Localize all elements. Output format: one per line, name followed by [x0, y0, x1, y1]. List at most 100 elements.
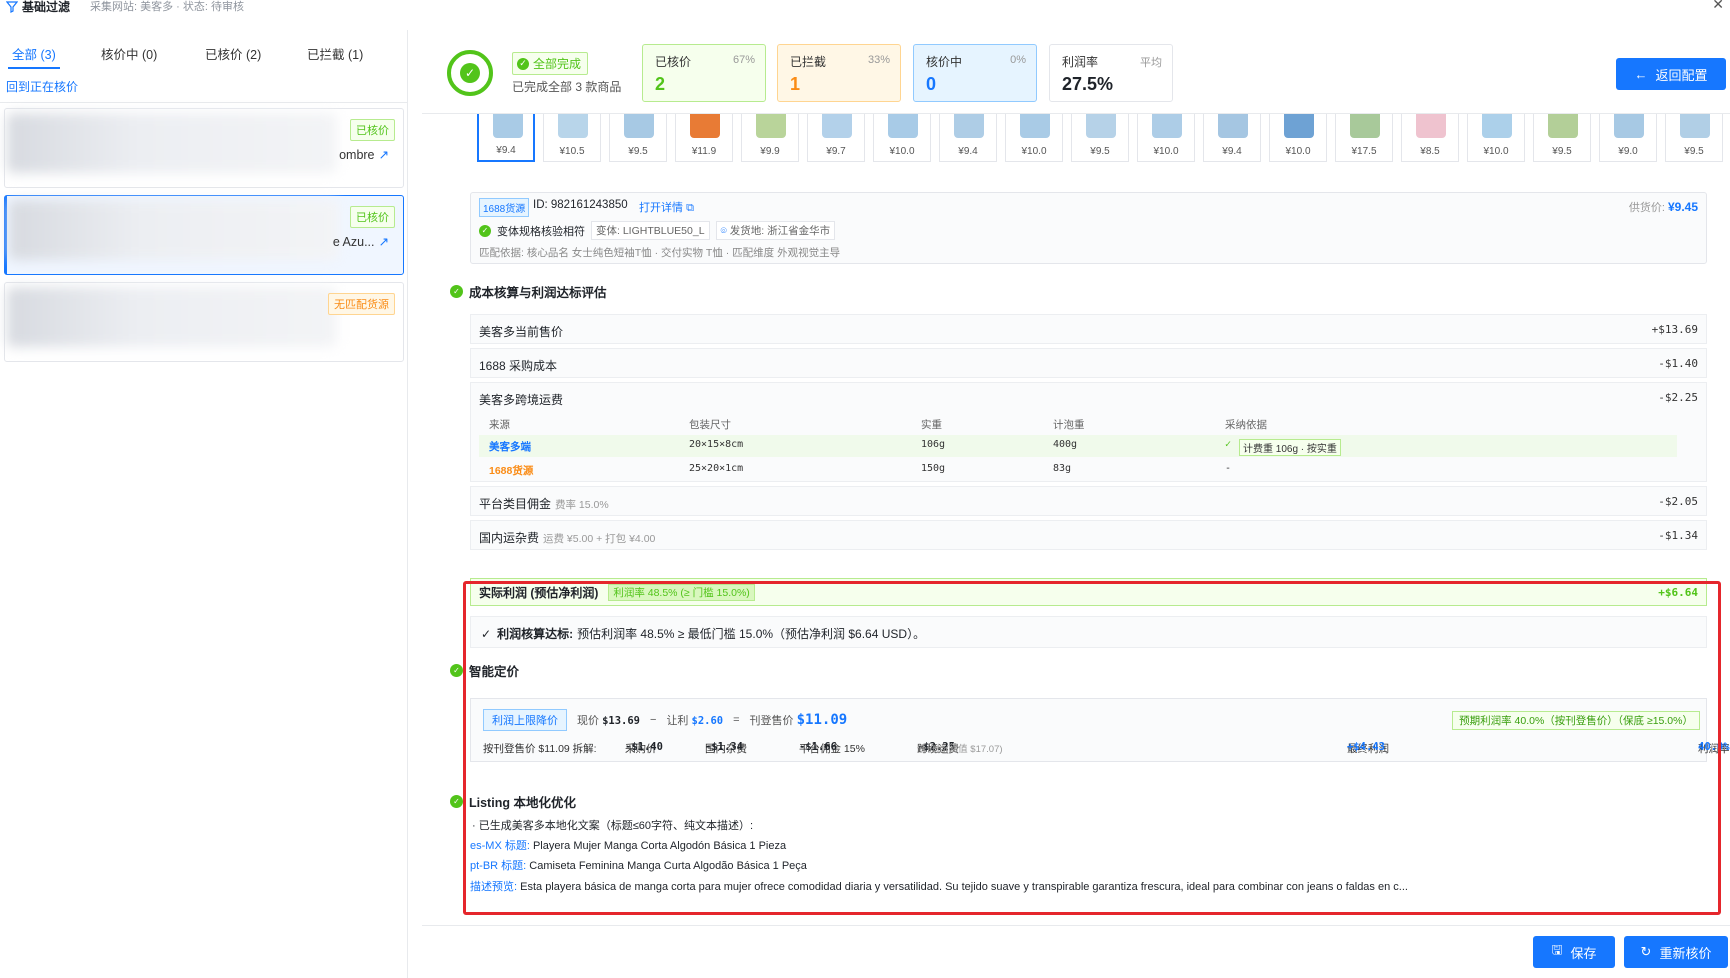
product-card-selected[interactable]: 已核价 e Azu... ↗ — [4, 195, 404, 275]
back-to-current-link[interactable]: 回到正在核价 — [6, 78, 78, 95]
variant-price: ¥9.4 — [958, 146, 978, 157]
listing-description: 描述预览: Esta playera básica de manga corta… — [470, 878, 1408, 894]
ship-vol-weight: 83g — [1053, 463, 1072, 474]
product-list-panel: 全部 (3) 核价中 (0) 已核价 (2) 已拦截 (1) 回到正在核价 已核… — [0, 30, 408, 978]
breakdown-label: 按刊登售价 $11.09 拆解: — [483, 743, 597, 755]
ship-size: 25×20×1cm — [689, 463, 744, 474]
open-detail-link[interactable]: 打开详情 ⧉ — [639, 199, 694, 215]
variant-thumbnail[interactable]: ¥10.0 — [873, 114, 931, 162]
location-chip: ⌾ 发货地: 浙江省金华市 — [715, 221, 836, 240]
stat-value: 27.5% — [1062, 74, 1114, 94]
variant-price: ¥9.4 — [496, 145, 516, 156]
ship-vol-weight: 400g — [1053, 439, 1078, 450]
cost-row-label-text: 国内运杂费 — [479, 531, 540, 545]
listing-pt-title: pt-BR 标题: Camiseta Feminina Manga Curta … — [470, 857, 807, 873]
cost-row-commission: 平台类目佣金 费率 15.0% -$2.05 — [470, 486, 1707, 516]
variant-thumbnail[interactable]: ¥9.0 — [1599, 114, 1657, 162]
back-to-config-label: 返回配置 — [1655, 67, 1708, 83]
save-icon: 🖫 — [1551, 942, 1563, 957]
product-card[interactable]: 已核价 ombre ↗ — [4, 108, 404, 188]
variant-image — [493, 114, 523, 138]
stat-pct: 33% — [867, 54, 890, 66]
header-source: 来源 — [489, 419, 510, 431]
variant-thumbnail[interactable]: ¥10.0 — [1137, 114, 1195, 162]
reprice-label: 重新核价 — [1659, 945, 1712, 961]
check-circle-icon: ✓ — [479, 224, 491, 237]
profit-pass-text: ✓ 利润核算达标: 预估利润率 48.5% ≥ 最低门槛 15.0%（预估净利润 $… — [481, 625, 925, 642]
save-button[interactable]: 🖫 保存 — [1533, 936, 1615, 968]
cost-row-value: -$2.05 — [1658, 495, 1698, 508]
profit-pass-title: 利润核算达标: — [497, 627, 574, 641]
variant-image — [624, 114, 654, 138]
variant-thumbnail[interactable]: ¥10.0 — [1467, 114, 1525, 162]
ship-source: 1688货源 — [489, 465, 534, 477]
cost-row-value: -$1.40 — [1658, 357, 1698, 370]
stat-blocked: 已拦截 33% 1 — [777, 44, 901, 102]
reprice-button[interactable]: ↻ 重新核价 — [1624, 936, 1728, 968]
net-profit-row: 实际利润 (预估净利润) 利润率 48.5% (≥ 门槛 15.0%) +$6.… — [470, 578, 1707, 606]
close-icon[interactable]: ✕ — [1712, 0, 1724, 13]
back-to-config-button[interactable]: ← 返回配置 — [1616, 58, 1726, 90]
external-link-icon[interactable]: ↗ — [379, 148, 389, 162]
variant-thumbnail[interactable]: ¥9.5 — [1533, 114, 1591, 162]
variant-thumbnail[interactable]: ¥9.4 — [1203, 114, 1261, 162]
shipping-table-header: 来源 包装尺寸 实重 计泡重 采纳依据 — [479, 413, 1677, 435]
variant-thumbnail[interactable]: ¥17.5 — [1335, 114, 1393, 162]
variant-thumbnail[interactable]: ¥9.5 — [1665, 114, 1723, 162]
variant-thumbnail[interactable]: ¥11.9 — [675, 114, 733, 162]
cost-row-value: -$1.34 — [1658, 529, 1698, 542]
variant-thumbnail[interactable]: ¥8.5 — [1401, 114, 1459, 162]
variant-thumbnail[interactable]: ¥9.5 — [609, 114, 667, 162]
supply-price: 供货价: ¥9.45 — [1629, 199, 1698, 215]
variant-thumbnail[interactable]: ¥9.4 — [477, 114, 535, 162]
cost-row-value: -$2.25 — [1658, 391, 1698, 404]
variant-thumbnail[interactable]: ¥10.0 — [1005, 114, 1063, 162]
header-basis: 采纳依据 — [1225, 419, 1267, 431]
product-title-text: ombre — [339, 148, 375, 162]
smart-pricing-box: 利润上限降价 现价 $13.69 − 让利 $2.60 = 刊登售价 $11.0… — [470, 698, 1730, 762]
variant-thumbnail[interactable]: ¥9.9 — [741, 114, 799, 162]
tab-all[interactable]: 全部 (3) — [12, 44, 56, 63]
footer-bar: 🖫 保存 ↻ 重新核价 — [422, 925, 1730, 978]
tab-active-underline — [8, 67, 60, 69]
pricing-section-title: ✓ 智能定价 — [450, 661, 519, 680]
variant-chip: 变体: LIGHTBLUE50_L — [591, 221, 710, 240]
variant-image — [888, 114, 918, 138]
variant-thumbnail[interactable]: ¥9.7 — [807, 114, 865, 162]
stat-margin: 利润率 平均 27.5% — [1049, 44, 1173, 102]
main-panel: ¥9.4 ¥10.5 ¥9.5 ¥11.9 ¥9.9 ¥9.7 ¥10.0 ¥9.4 ¥10.0… — [422, 30, 1730, 978]
tab-priced[interactable]: 已核价 (2) — [205, 44, 261, 63]
variant-image — [822, 114, 852, 138]
variant-image — [954, 114, 984, 138]
cost-row-sale-price: 美客多当前售价 +$13.69 — [470, 314, 1707, 344]
variant-price: ¥9.5 — [1090, 146, 1110, 157]
variant-thumbnail-strip: ¥9.4 ¥10.5 ¥9.5 ¥11.9 ¥9.9 ¥9.7 ¥10.0 ¥9.4 ¥10.0… — [477, 114, 1730, 196]
tab-pricing[interactable]: 核价中 (0) — [101, 44, 157, 63]
summary-header: ✓ ✓ 全部完成 已完成全部 3 款商品 已核价 67% 2 已拦截 33% 1 … — [422, 30, 1730, 114]
variant-thumbnail[interactable]: ¥9.5 — [1071, 114, 1129, 162]
concede-label: 让利 — [666, 715, 689, 727]
pricing-concede: 让利 $2.60 — [666, 712, 723, 728]
product-card[interactable]: 无匹配货源 — [4, 282, 404, 362]
all-done-text: 全部完成 — [533, 57, 582, 71]
tab-blocked[interactable]: 已拦截 (1) — [307, 44, 363, 63]
blurred-product-info — [7, 287, 337, 347]
stat-value: 1 — [790, 74, 801, 94]
cost-row-note: 费率 15.0% — [555, 499, 609, 511]
arrow-left-icon: ← — [1634, 66, 1648, 82]
cost-row-label: 美客多当前售价 — [479, 325, 564, 339]
match-text: 变体规格核验相符 — [497, 225, 585, 238]
supply-price-value: ¥9.45 — [1667, 200, 1698, 214]
variant-thumbnail[interactable]: ¥10.0 — [1269, 114, 1327, 162]
variant-image — [1482, 114, 1512, 138]
variant-thumbnail[interactable]: ¥9.4 — [939, 114, 997, 162]
variant-thumbnail[interactable]: ¥10.5 — [543, 114, 601, 162]
top-bar: 基础过滤 采集网站: 美客多 · 状态: 待审核 ✕ — [0, 0, 1730, 14]
variant-image — [1284, 114, 1314, 138]
cost-row-purchase: 1688 采购成本 -$1.40 — [470, 348, 1707, 378]
pt-label: pt-BR 标题: — [470, 860, 527, 872]
blurred-product-info — [9, 200, 339, 260]
external-link-icon[interactable]: ↗ — [379, 235, 389, 249]
pricing-now: 现价 $13.69 — [577, 712, 640, 728]
product-title-text: e Azu... — [332, 235, 375, 249]
